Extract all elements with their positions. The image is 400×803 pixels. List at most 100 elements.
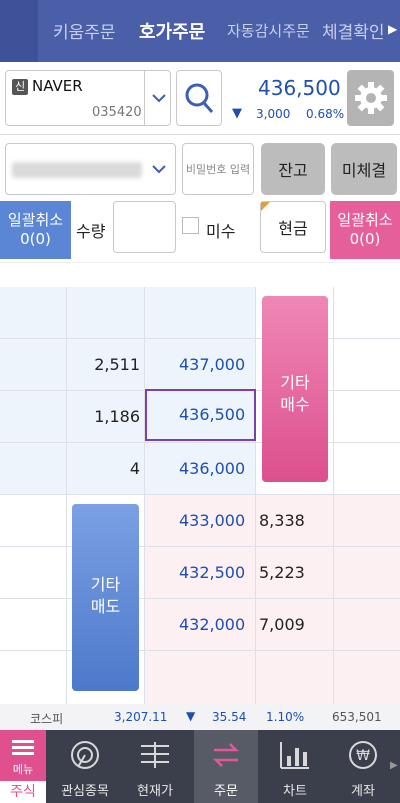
tab-kiwoom-order[interactable]: 키움주문 (53, 18, 116, 43)
sell-order-cell[interactable] (0, 339, 67, 391)
cancel-all-sell-button[interactable]: 일괄취소 0(0) (0, 201, 71, 259)
buy-qty: 8,338 (259, 511, 305, 530)
buy-qty: 5,223 (259, 563, 305, 582)
nav-chart[interactable]: 차트 (266, 730, 324, 803)
other-buy-label-2: 매수 (280, 395, 310, 414)
sell-qty: 2,511 (94, 355, 140, 374)
price-cell[interactable]: 432,000 (145, 599, 256, 651)
buy-order-cell[interactable] (334, 391, 400, 443)
sell-qty-cell: 4 (67, 443, 145, 495)
nav-watchlist-label: 관심종목 (61, 784, 109, 799)
cancel-all-label: 일괄취소 (7, 211, 64, 229)
nav-watchlist[interactable]: 관심종목 (56, 730, 114, 803)
sell-order-cell[interactable] (0, 599, 67, 651)
nav-menu-label: 메뉴 (12, 763, 34, 776)
sell-order-cell[interactable] (0, 391, 67, 443)
buy-order-cell[interactable] (334, 651, 400, 705)
top-bar-left-strip (0, 0, 38, 62)
misu-checkbox[interactable] (182, 217, 199, 234)
stock-dropdown-button[interactable] (144, 71, 172, 125)
stock-selector[interactable]: 신 NAVER 035420 (5, 70, 171, 126)
account-selector[interactable] (5, 143, 176, 195)
index-pct: 1.10% (266, 710, 305, 724)
account-number-blurred (12, 162, 142, 178)
qty-input[interactable] (113, 201, 176, 253)
password-input[interactable]: 비밀번호 입력 (182, 143, 254, 195)
nav-account[interactable]: ₩ 계좌 (334, 730, 392, 803)
sell-price: 436,000 (179, 459, 246, 478)
price-cell[interactable]: 432,500 (145, 547, 256, 599)
price-cell[interactable]: 436,000 (145, 443, 256, 495)
cancel-all-label: 일괄취소 (337, 211, 393, 229)
buy-order-cell[interactable] (334, 599, 400, 651)
top-tab-bar: 키움주문 호가주문 자동감시주문 체결확인 ▶ (0, 0, 400, 62)
sell-order-cell[interactable] (0, 651, 67, 705)
cash-button[interactable]: 현금 (260, 201, 326, 253)
nav-current-price[interactable]: 현재가 (126, 730, 184, 803)
buy-qty: 7,009 (259, 615, 305, 634)
settings-button[interactable] (347, 70, 394, 126)
price-ladder-icon (141, 742, 169, 768)
buy-order-cell[interactable] (334, 339, 400, 391)
index-name: 코스피 (30, 712, 64, 726)
other-buy-label-1: 기타 (280, 373, 310, 392)
buy-order-cell[interactable] (334, 443, 400, 495)
sell-order-cell[interactable] (0, 495, 67, 547)
chart-icon (280, 742, 309, 769)
buy-price: 433,000 (179, 511, 246, 530)
svg-text:₩: ₩ (356, 748, 370, 764)
price-cell[interactable]: 433,000 (145, 495, 256, 547)
index-change: 35.54 (212, 710, 247, 724)
buy-price: 432,500 (179, 563, 246, 582)
nav-menu-button[interactable]: 메뉴 주식 (0, 730, 46, 803)
password-placeholder: 비밀번호 입력 (185, 163, 251, 176)
stock-code: 035420 (92, 105, 142, 120)
balance-button[interactable]: 잔고 (261, 143, 325, 195)
corner-marker (261, 202, 270, 211)
buy-order-cell[interactable] (334, 287, 400, 339)
sell-order-cell[interactable] (0, 287, 67, 339)
other-buy-button[interactable]: 기타 매수 (262, 296, 328, 482)
nav-current-price-label: 현재가 (137, 784, 173, 799)
price-cell[interactable] (145, 651, 256, 705)
sell-order-cell[interactable] (0, 443, 67, 495)
buy-price: 432,000 (179, 615, 246, 634)
nav-order[interactable]: 주문 (194, 730, 258, 803)
nav-stock-label[interactable]: 주식 (0, 781, 46, 803)
price-cell[interactable]: 437,000 (145, 339, 256, 391)
cancel-all-count: 0(0) (349, 230, 381, 248)
nav-scroll-right-icon[interactable]: ▶ (390, 760, 398, 771)
sell-order-cell[interactable] (0, 547, 67, 599)
sell-qty-cell: 2,511 (67, 339, 145, 391)
unfilled-button[interactable]: 미체결 (331, 143, 397, 195)
nav-chart-label: 차트 (283, 784, 307, 799)
sell-qty: 4 (129, 459, 140, 478)
current-price: 436,500 (258, 76, 341, 100)
index-ticker: 코스피 3,207.11 ▼ 35.54 1.10% 653,501 (0, 704, 400, 730)
cancel-all-buy-button[interactable]: 일괄취소 0(0) (330, 201, 400, 259)
change-down-icon: ▼ (232, 106, 242, 121)
buy-qty-cell (256, 651, 334, 705)
current-price-highlight: 436,500 (145, 389, 256, 441)
tab-execution[interactable]: 체결확인 (322, 18, 385, 43)
divider (0, 134, 400, 135)
search-button[interactable] (176, 70, 222, 126)
gear-icon (354, 82, 387, 114)
sell-qty: 1,186 (94, 407, 140, 426)
nav-account-label: 계좌 (351, 784, 375, 799)
won-coin-icon: ₩ (349, 741, 377, 769)
other-sell-button[interactable]: 기타 매도 (72, 504, 139, 691)
watchlist-icon (71, 741, 99, 769)
cash-label: 현금 (278, 219, 308, 238)
buy-order-cell[interactable] (334, 495, 400, 547)
buy-order-cell[interactable] (334, 547, 400, 599)
tab-auto-monitor[interactable]: 자동감시주문 (227, 20, 310, 41)
buy-qty-cell: 8,338 (256, 495, 334, 547)
divider (0, 262, 400, 263)
price-cell[interactable] (145, 287, 256, 339)
sell-price: 436,500 (179, 405, 246, 424)
buy-qty-cell: 7,009 (256, 599, 334, 651)
orderbook: 2,511 437,000 1,186 436,500 4 436,000 43… (0, 287, 400, 705)
tab-hoga-order[interactable]: 호가주문 (139, 18, 205, 44)
tab-scroll-right-icon[interactable]: ▶ (388, 22, 397, 36)
